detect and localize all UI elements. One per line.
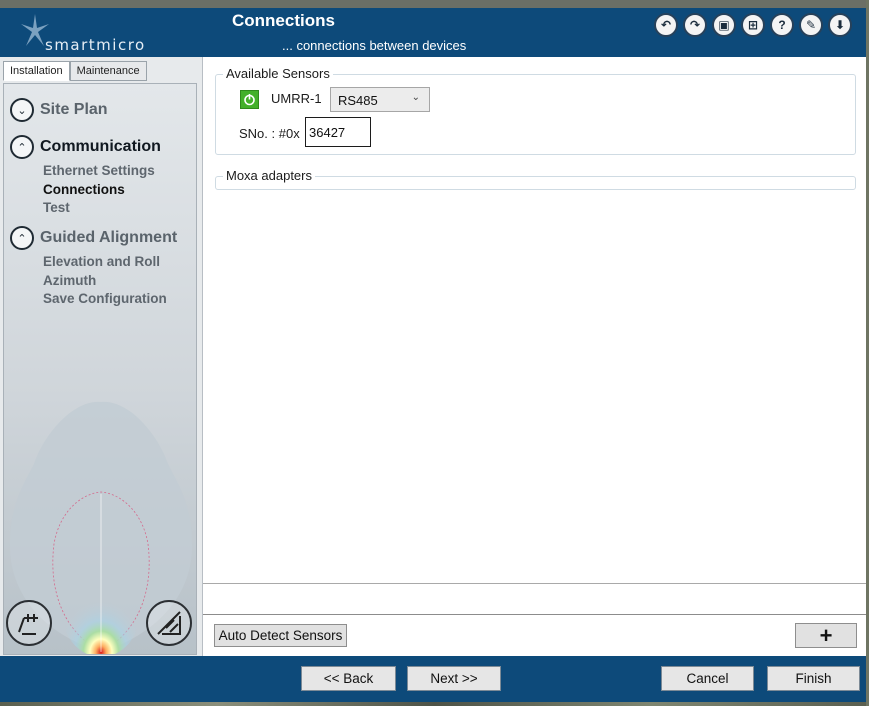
nav-group-communication[interactable]: ⌃ Communication — [10, 135, 161, 159]
tab-maintenance[interactable]: Maintenance — [69, 61, 147, 81]
nav-item-azimuth[interactable]: Azimuth — [43, 273, 96, 288]
sidebar-tabs: Installation Maintenance — [3, 61, 147, 81]
nav-group-site-plan[interactable]: ⌄ Site Plan — [10, 98, 108, 122]
page-title: Connections — [232, 11, 335, 30]
nav-group-label: Guided Alignment — [40, 229, 178, 246]
divider — [203, 614, 866, 615]
tag-icon[interactable]: ✎ — [799, 13, 823, 37]
power-status-icon — [240, 90, 259, 109]
header-bar: smartmicro Connections ... connections b… — [0, 8, 866, 57]
moxa-adapters-title: Moxa adapters — [223, 168, 315, 183]
redo-icon[interactable]: ↷ — [683, 13, 707, 37]
undo-icon[interactable]: ↶ — [654, 13, 678, 37]
help-icon[interactable]: ? — [770, 13, 794, 37]
sensor-name: UMRR-1 — [271, 91, 322, 106]
sidebar: Installation Maintenance ⌄ Site Plan ⌃ C… — [0, 57, 203, 656]
nav-group-label: Site Plan — [40, 101, 108, 118]
interface-select-value: RS485 — [338, 93, 378, 108]
save-icon[interactable]: ▣ — [712, 13, 736, 37]
wizard-navigation: ⌄ Site Plan ⌃ Communication Ethernet Set… — [3, 83, 197, 655]
nav-item-save-configuration[interactable]: Save Configuration — [43, 291, 167, 306]
measure-angle-icon[interactable] — [146, 600, 192, 646]
nav-item-ethernet-settings[interactable]: Ethernet Settings — [43, 163, 155, 178]
serial-number-field[interactable]: 36427 — [305, 117, 371, 147]
download-icon[interactable]: ⬇ — [828, 13, 852, 37]
next-button[interactable]: Next >> — [407, 666, 501, 691]
nav-group-label: Communication — [40, 138, 161, 155]
nav-item-connections[interactable]: Connections — [43, 182, 125, 197]
chevron-down-icon: ⌄ — [10, 98, 34, 122]
chevron-up-icon: ⌃ — [10, 135, 34, 159]
add-sensor-button[interactable]: + — [795, 623, 857, 648]
interface-select[interactable]: RS485 ⌄ — [330, 87, 430, 112]
moxa-adapters-group: Moxa adapters — [215, 168, 856, 190]
serial-number-label: SNo. : #0x — [239, 126, 300, 141]
nav-item-test[interactable]: Test — [43, 200, 70, 215]
auto-detect-sensors-button[interactable]: Auto Detect Sensors — [214, 624, 347, 647]
page-subtitle: ... connections between devices — [282, 38, 467, 53]
chevron-down-icon: ⌄ — [411, 92, 420, 103]
logo-text: smartmicro — [45, 36, 146, 54]
cancel-button[interactable]: Cancel — [661, 666, 754, 691]
footer-bar: << Back Next >> Cancel Finish — [0, 656, 866, 702]
nav-group-guided-alignment[interactable]: ⌃ Guided Alignment — [10, 226, 177, 250]
main-content: Available Sensors UMRR-1 RS485 ⌄ SNo. : … — [203, 57, 866, 656]
divider — [203, 583, 866, 584]
toolbar: ↶ ↷ ▣ ⊞ ? ✎ ⬇ — [654, 13, 852, 37]
available-sensors-title: Available Sensors — [223, 66, 333, 81]
available-sensors-group: Available Sensors UMRR-1 RS485 ⌄ SNo. : … — [215, 66, 856, 155]
nav-item-elevation-and-roll[interactable]: Elevation and Roll — [43, 254, 160, 269]
finish-button[interactable]: Finish — [767, 666, 860, 691]
chevron-up-icon: ⌃ — [10, 226, 34, 250]
sensor-mount-icon[interactable] — [6, 600, 52, 646]
save-as-icon[interactable]: ⊞ — [741, 13, 765, 37]
smartmicro-logo: smartmicro — [20, 12, 170, 54]
desktop-background — [0, 702, 869, 706]
tab-installation[interactable]: Installation — [3, 61, 70, 81]
back-button[interactable]: << Back — [301, 666, 396, 691]
